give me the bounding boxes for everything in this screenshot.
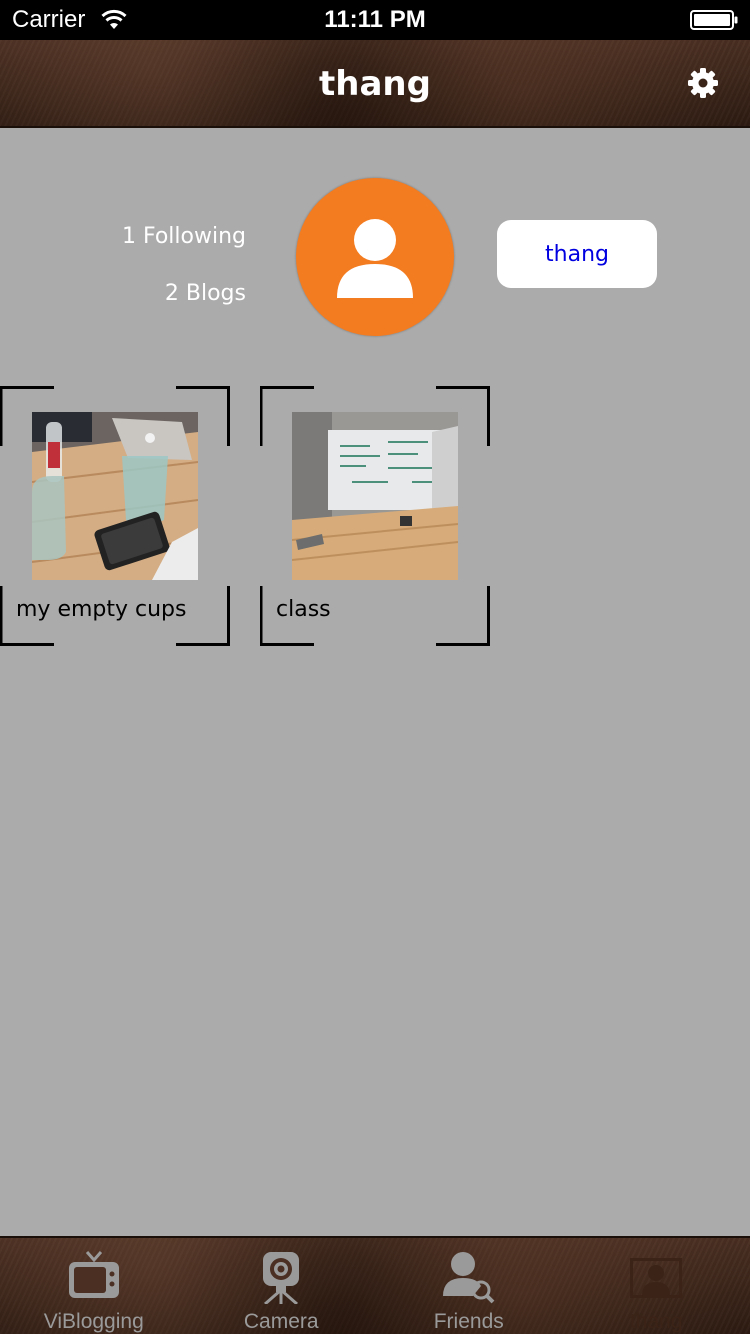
- blog-card[interactable]: class: [260, 386, 490, 646]
- tab-label: Camera: [243, 1310, 319, 1333]
- blog-title: class: [276, 597, 331, 622]
- clock: 11:11 PM: [324, 6, 426, 33]
- blog-thumbnail[interactable]: [32, 412, 198, 580]
- avatar[interactable]: [296, 178, 454, 336]
- tab-label: Friends: [433, 1310, 504, 1333]
- blog-card[interactable]: my empty cups: [0, 386, 230, 646]
- tab-friends[interactable]: Friends: [375, 1238, 563, 1334]
- tab-profile[interactable]: thang: [563, 1238, 750, 1334]
- following-count[interactable]: 1 Following: [122, 224, 246, 249]
- profile-icon: [630, 1258, 683, 1298]
- page-title: thang: [319, 64, 431, 104]
- navigation-bar: thang: [0, 40, 750, 128]
- person-icon: [337, 219, 413, 298]
- blog-thumbnail[interactable]: [292, 412, 458, 580]
- tab-viblogging[interactable]: ViBlogging: [0, 1238, 188, 1334]
- camera-icon: [263, 1252, 300, 1304]
- blog-title: my empty cups: [16, 597, 187, 622]
- tab-label: thang: [629, 1310, 683, 1333]
- blogs-count: 2 Blogs: [164, 281, 246, 306]
- friends-search-icon: [442, 1252, 495, 1304]
- gear-icon[interactable]: [686, 66, 720, 100]
- tv-icon: [68, 1251, 119, 1298]
- battery-icon: [690, 10, 738, 30]
- status-bar: Carrier 11:11 PM: [0, 0, 750, 40]
- tab-camera[interactable]: Camera: [188, 1238, 376, 1334]
- tab-label: ViBlogging: [43, 1310, 144, 1333]
- username-button[interactable]: thang: [497, 220, 657, 288]
- tab-bar: ViBlogging Camera Friends thang: [0, 1236, 750, 1334]
